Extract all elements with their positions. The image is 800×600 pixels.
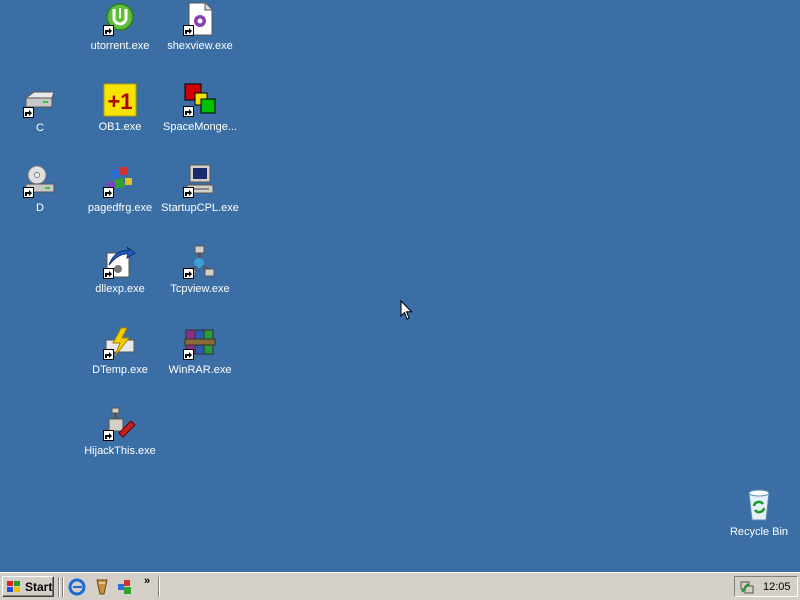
shortcut-arrow-icon	[103, 349, 114, 360]
desktop-icon-label: D	[36, 202, 44, 214]
desktop-icon-label: StartupCPL.exe	[161, 202, 239, 214]
shortcut-arrow-icon	[103, 430, 114, 441]
shortcut-arrow-icon	[183, 106, 194, 117]
desktop-icon-startupcpl[interactable]: StartupCPL.exe	[160, 164, 240, 234]
taskbar-separator	[158, 577, 160, 597]
shortcut-arrow-icon	[23, 187, 34, 198]
utorrent-icon	[103, 2, 137, 36]
desktop-icon-dtemp[interactable]: DTemp.exe	[80, 326, 160, 396]
hijackthis-icon	[103, 407, 137, 441]
desktop-icon-label: shexview.exe	[167, 40, 233, 52]
desktop-icon-ob1[interactable]: +1 OB1.exe	[80, 83, 160, 153]
spacemonger-icon	[183, 83, 217, 117]
winrar-icon	[183, 326, 217, 360]
pagedfrg-icon	[103, 164, 137, 198]
svg-text:+1: +1	[107, 89, 132, 114]
taskbar-separator	[58, 577, 60, 597]
dtemp-icon	[103, 326, 137, 360]
windows-logo-icon	[7, 580, 20, 592]
desktop[interactable]: utorrent.exe shexview.exe C +1 OB1.exe S…	[0, 0, 800, 572]
desktop-icon-spacemonger[interactable]: SpaceMonge...	[160, 83, 240, 153]
desktop-icon-recycle-bin[interactable]: Recycle Bin	[719, 488, 799, 558]
desktop-icon-label: HijackThis.exe	[84, 445, 156, 457]
quicklaunch-grip[interactable]	[62, 577, 64, 597]
cd-drive-icon	[23, 164, 57, 198]
desktop-icon-tcpview[interactable]: Tcpview.exe	[160, 245, 240, 315]
desktop-icon-d-drive[interactable]: D	[0, 164, 80, 234]
network-icon	[183, 245, 217, 279]
desktop-icon-label: WinRAR.exe	[168, 364, 232, 376]
system-tray: 12:05	[734, 576, 798, 597]
shortcut-arrow-icon	[183, 25, 194, 36]
clock[interactable]: 12:05	[763, 581, 791, 593]
desktop-icon-label: C	[36, 122, 44, 134]
desktop-icon-shexview[interactable]: shexview.exe	[160, 2, 240, 72]
dllexp-icon	[103, 245, 137, 279]
pagedfrg-ql-icon[interactable]	[116, 578, 134, 596]
recycle-bin-icon	[742, 488, 776, 522]
network-tray-icon[interactable]	[739, 579, 755, 595]
shortcut-arrow-icon	[103, 25, 114, 36]
shortcut-arrow-icon	[23, 107, 34, 118]
start-label: Start	[25, 579, 53, 594]
desktop-icon-winrar[interactable]: WinRAR.exe	[160, 326, 240, 396]
desktop-icon-hijackthis[interactable]: HijackThis.exe	[80, 407, 160, 477]
shortcut-arrow-icon	[103, 268, 114, 279]
desktop-icon-label: Tcpview.exe	[170, 283, 230, 295]
desktop-icon-label: Recycle Bin	[729, 526, 789, 538]
desktop-icon-pagedfrg[interactable]: pagedfrg.exe	[80, 164, 160, 234]
desktop-icon-c-drive[interactable]: C	[0, 84, 80, 154]
taskbar: Start » 12:05	[0, 572, 800, 600]
quicklaunch-more-button[interactable]: »	[144, 575, 150, 587]
desktop-icon-label: SpaceMonge...	[163, 121, 237, 133]
shortcut-arrow-icon	[183, 349, 194, 360]
desktop-icon-label: OB1.exe	[98, 121, 142, 133]
desktop-icon-utorrent[interactable]: utorrent.exe	[80, 2, 160, 72]
utorrent-ql-icon[interactable]	[93, 578, 111, 596]
start-button[interactable]: Start	[2, 576, 54, 597]
shortcut-arrow-icon	[183, 268, 194, 279]
shortcut-arrow-icon	[103, 187, 114, 198]
mouse-cursor-icon	[400, 300, 413, 320]
shexview-icon	[183, 2, 217, 36]
desktop-icon-label: dllexp.exe	[95, 283, 145, 295]
shortcut-arrow-icon	[183, 187, 194, 198]
computer-icon	[183, 164, 217, 198]
ob1-icon: +1	[103, 83, 137, 117]
desktop-icon-label: utorrent.exe	[90, 40, 150, 52]
desktop-icon-label: pagedfrg.exe	[87, 202, 153, 214]
ie-icon[interactable]	[68, 578, 86, 596]
desktop-icon-dllexp[interactable]: dllexp.exe	[80, 245, 160, 315]
desktop-icon-label: DTemp.exe	[92, 364, 148, 376]
hard-drive-icon	[23, 84, 57, 118]
